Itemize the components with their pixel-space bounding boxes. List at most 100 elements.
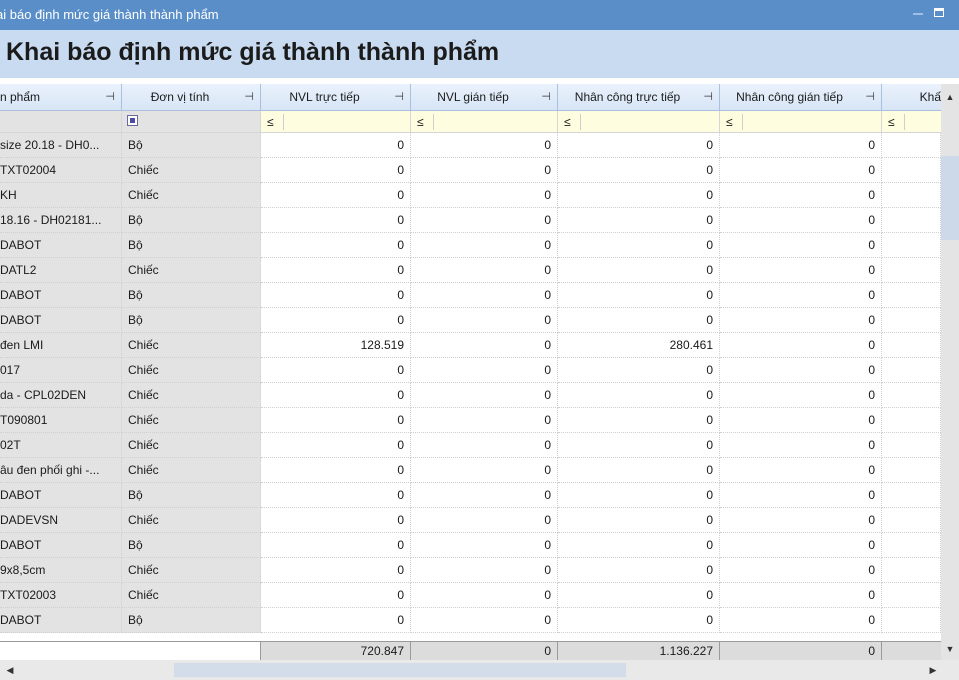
cell-unit[interactable]: Bộ xyxy=(122,283,261,308)
cell-nvl-truc-tiep[interactable]: 0 xyxy=(261,433,411,458)
cell-nvl-gian-tiep[interactable]: 0 xyxy=(411,183,558,208)
filter-nhan-cong-gian-tiep[interactable]: ≤ xyxy=(720,111,882,133)
cell-product[interactable]: DATL2 xyxy=(0,258,122,283)
cell-nhan-cong-gian-tiep[interactable]: 0 xyxy=(720,533,882,558)
cell-nhan-cong-truc-tiep[interactable]: 0 xyxy=(558,533,720,558)
cell-unit[interactable]: Chiếc xyxy=(122,508,261,533)
cell-product[interactable]: size 20.18 - DH0... xyxy=(0,133,122,158)
checkbox-indeterminate-icon[interactable] xyxy=(127,115,138,126)
cell-nvl-gian-tiep[interactable]: 0 xyxy=(411,308,558,333)
cell-nhan-cong-gian-tiep[interactable]: 0 xyxy=(720,458,882,483)
table-row[interactable]: da - CPL02DEN Chiếc 0 0 0 0 xyxy=(0,383,941,408)
scroll-up-icon[interactable]: ▲ xyxy=(941,84,959,110)
cell-nhan-cong-truc-tiep[interactable]: 0 xyxy=(558,383,720,408)
cell-nvl-gian-tiep[interactable]: 0 xyxy=(411,558,558,583)
cell-unit[interactable]: Bộ xyxy=(122,233,261,258)
cell-product[interactable]: 02T xyxy=(0,433,122,458)
table-row[interactable]: DABOT Bộ 0 0 0 0 xyxy=(0,608,941,633)
cell-nhan-cong-truc-tiep[interactable]: 0 xyxy=(558,483,720,508)
column-header-nvl-gian-tiep[interactable]: NVL gián tiếp ⊣ xyxy=(411,84,558,110)
cell-nhan-cong-gian-tiep[interactable]: 0 xyxy=(720,283,882,308)
maximize-icon[interactable] xyxy=(934,8,944,17)
cell-nvl-gian-tiep[interactable]: 0 xyxy=(411,508,558,533)
cell-nhan-cong-gian-tiep[interactable]: 0 xyxy=(720,508,882,533)
cell-nhan-cong-gian-tiep[interactable]: 0 xyxy=(720,233,882,258)
cell-nhan-cong-truc-tiep[interactable]: 0 xyxy=(558,408,720,433)
cell-khau-hao[interactable] xyxy=(882,258,941,283)
cell-nhan-cong-gian-tiep[interactable]: 0 xyxy=(720,308,882,333)
cell-nvl-truc-tiep[interactable]: 0 xyxy=(261,283,411,308)
cell-nvl-gian-tiep[interactable]: 0 xyxy=(411,458,558,483)
cell-product[interactable]: 9x8,5cm xyxy=(0,558,122,583)
cell-nvl-truc-tiep[interactable]: 0 xyxy=(261,483,411,508)
cell-nvl-gian-tiep[interactable]: 0 xyxy=(411,358,558,383)
cell-unit[interactable]: Chiếc xyxy=(122,358,261,383)
column-header-khau-hao[interactable]: Khấ xyxy=(882,84,941,110)
cell-unit[interactable]: Bộ xyxy=(122,608,261,633)
table-row[interactable]: DABOT Bộ 0 0 0 0 xyxy=(0,533,941,558)
table-row[interactable]: 9x8,5cm Chiếc 0 0 0 0 xyxy=(0,558,941,583)
cell-nvl-truc-tiep[interactable]: 0 xyxy=(261,533,411,558)
cell-nvl-truc-tiep[interactable]: 0 xyxy=(261,608,411,633)
cell-unit[interactable]: Chiếc xyxy=(122,183,261,208)
cell-nvl-gian-tiep[interactable]: 0 xyxy=(411,608,558,633)
cell-nhan-cong-truc-tiep[interactable]: 0 xyxy=(558,183,720,208)
cell-nhan-cong-truc-tiep[interactable]: 0 xyxy=(558,308,720,333)
cell-nhan-cong-truc-tiep[interactable]: 0 xyxy=(558,358,720,383)
cell-nhan-cong-gian-tiep[interactable]: 0 xyxy=(720,558,882,583)
cell-product[interactable]: T090801 xyxy=(0,408,122,433)
table-row[interactable]: DATL2 Chiếc 0 0 0 0 xyxy=(0,258,941,283)
cell-khau-hao[interactable] xyxy=(882,333,941,358)
cell-nvl-truc-tiep[interactable]: 0 xyxy=(261,408,411,433)
table-row[interactable]: TXT02003 Chiếc 0 0 0 0 xyxy=(0,583,941,608)
table-row[interactable]: 18.16 - DH02181... Bộ 0 0 0 0 xyxy=(0,208,941,233)
scroll-left-icon[interactable]: ◀ xyxy=(2,660,18,680)
column-header-nhan-cong-truc-tiep[interactable]: Nhân công trực tiếp ⊣ xyxy=(558,84,720,110)
cell-nhan-cong-gian-tiep[interactable]: 0 xyxy=(720,583,882,608)
cell-nhan-cong-truc-tiep[interactable]: 0 xyxy=(558,583,720,608)
cell-nhan-cong-gian-tiep[interactable]: 0 xyxy=(720,258,882,283)
cell-nvl-truc-tiep[interactable]: 0 xyxy=(261,383,411,408)
cell-nhan-cong-truc-tiep[interactable]: 0 xyxy=(558,133,720,158)
filter-product[interactable] xyxy=(0,111,122,133)
cell-product[interactable]: 18.16 - DH02181... xyxy=(0,208,122,233)
cell-product[interactable]: âu đen phối ghi -... xyxy=(0,458,122,483)
cell-unit[interactable]: Bộ xyxy=(122,133,261,158)
cell-nhan-cong-truc-tiep[interactable]: 0 xyxy=(558,608,720,633)
cell-nvl-truc-tiep[interactable]: 0 xyxy=(261,183,411,208)
cell-unit[interactable]: Bộ xyxy=(122,308,261,333)
cell-product[interactable]: DABOT xyxy=(0,533,122,558)
cell-nvl-gian-tiep[interactable]: 0 xyxy=(411,433,558,458)
cell-nvl-gian-tiep[interactable]: 0 xyxy=(411,208,558,233)
cell-nhan-cong-gian-tiep[interactable]: 0 xyxy=(720,183,882,208)
cell-nhan-cong-gian-tiep[interactable]: 0 xyxy=(720,408,882,433)
cell-khau-hao[interactable] xyxy=(882,533,941,558)
cell-nvl-truc-tiep[interactable]: 0 xyxy=(261,508,411,533)
cell-nvl-truc-tiep[interactable]: 0 xyxy=(261,308,411,333)
table-row[interactable]: DABOT Bộ 0 0 0 0 xyxy=(0,308,941,333)
cell-nvl-truc-tiep[interactable]: 0 xyxy=(261,583,411,608)
horizontal-scrollbar[interactable]: ◀ ▶ xyxy=(0,660,959,680)
cell-product[interactable]: TXT02004 xyxy=(0,158,122,183)
table-row[interactable]: TXT02004 Chiếc 0 0 0 0 xyxy=(0,158,941,183)
cell-nvl-truc-tiep[interactable]: 0 xyxy=(261,233,411,258)
less-equal-operator[interactable]: ≤ xyxy=(564,111,571,132)
cell-product[interactable]: DABOT xyxy=(0,308,122,333)
cell-unit[interactable]: Bộ xyxy=(122,208,261,233)
cell-nvl-gian-tiep[interactable]: 0 xyxy=(411,158,558,183)
table-row[interactable]: đen LMI Chiếc 128.519 0 280.461 0 xyxy=(0,333,941,358)
cell-khau-hao[interactable] xyxy=(882,458,941,483)
less-equal-operator[interactable]: ≤ xyxy=(417,111,424,132)
cell-nhan-cong-truc-tiep[interactable]: 0 xyxy=(558,258,720,283)
cell-nvl-truc-tiep[interactable]: 0 xyxy=(261,458,411,483)
table-row[interactable]: DABOT Bộ 0 0 0 0 xyxy=(0,233,941,258)
cell-nvl-truc-tiep[interactable]: 0 xyxy=(261,158,411,183)
filter-khau-hao[interactable]: ≤ xyxy=(882,111,941,133)
cell-khau-hao[interactable] xyxy=(882,308,941,333)
cell-unit[interactable]: Bộ xyxy=(122,483,261,508)
less-equal-operator[interactable]: ≤ xyxy=(888,111,895,132)
cell-nvl-gian-tiep[interactable]: 0 xyxy=(411,283,558,308)
cell-nhan-cong-gian-tiep[interactable]: 0 xyxy=(720,433,882,458)
table-row[interactable]: KH Chiếc 0 0 0 0 xyxy=(0,183,941,208)
column-header-product[interactable]: n phẩm ⊣ xyxy=(0,84,122,110)
